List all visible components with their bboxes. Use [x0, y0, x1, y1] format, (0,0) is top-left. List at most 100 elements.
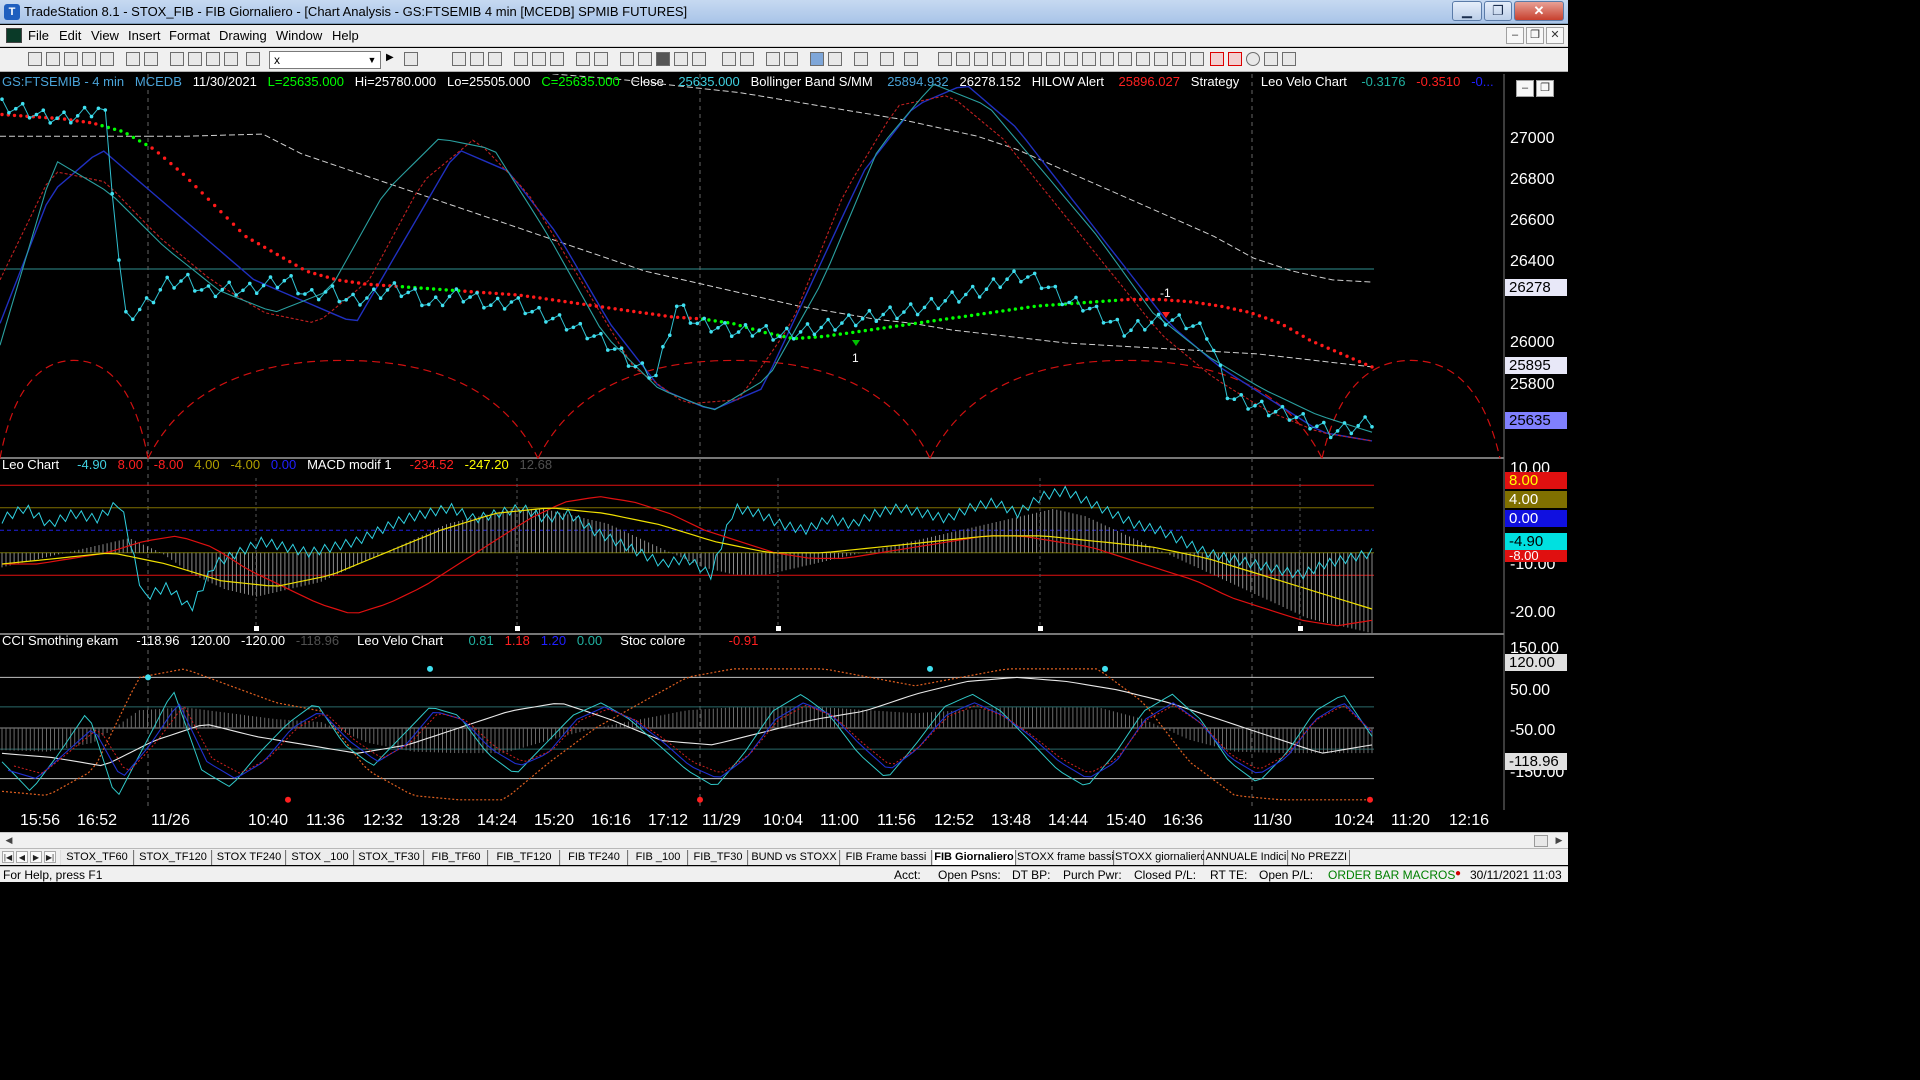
- workspace-tab[interactable]: FIB TF240: [560, 850, 628, 865]
- chart-analysis-icon[interactable]: [452, 52, 466, 66]
- workspace-tab[interactable]: STOX_TF60: [60, 850, 134, 865]
- copy-icon[interactable]: [188, 52, 202, 66]
- save-icon[interactable]: [126, 52, 140, 66]
- find-icon[interactable]: [404, 52, 418, 66]
- trendline-icon[interactable]: [938, 52, 952, 66]
- order-bar-icon[interactable]: [576, 52, 590, 66]
- menu-edit[interactable]: Edit: [59, 28, 81, 43]
- mdi-close-button[interactable]: ✕: [1546, 27, 1564, 44]
- arrow-line-icon[interactable]: [1100, 52, 1114, 66]
- ellipse-icon[interactable]: [1246, 52, 1260, 66]
- print-icon[interactable]: [144, 52, 158, 66]
- workspace-tab[interactable]: STOX_TF120: [134, 850, 212, 865]
- chart-area[interactable]: 1 -1 GS:FTSEMIB - 4 min MCEDB 11/30/2021 …: [0, 74, 1568, 810]
- tools-icon[interactable]: [854, 52, 868, 66]
- workspace-icon[interactable]: [880, 52, 894, 66]
- tab-prev-icon[interactable]: ◀: [16, 851, 28, 863]
- workspace-tab[interactable]: ANNUALE Indici: [1204, 850, 1288, 865]
- optionstation-icon[interactable]: [514, 52, 528, 66]
- open-icon[interactable]: [46, 52, 60, 66]
- symbol-combobox[interactable]: x ▼: [269, 51, 381, 69]
- workspace-tab[interactable]: STOX_TF30: [354, 850, 424, 865]
- chevron-down-icon[interactable]: ▼: [365, 53, 379, 67]
- workspace-tab[interactable]: STOX _100: [286, 850, 354, 865]
- andrews-pitchfork-icon[interactable]: [1082, 52, 1096, 66]
- cycle-icon[interactable]: [1154, 52, 1168, 66]
- workspace-tab[interactable]: STOXX giornaliero: [1114, 850, 1207, 865]
- tab-next-icon[interactable]: ▶: [30, 851, 42, 863]
- chart-svg[interactable]: 1 -1: [0, 74, 1568, 810]
- arc-icon[interactable]: [1136, 52, 1150, 66]
- workspace-tab[interactable]: FIB_TF120: [488, 850, 560, 865]
- edit-icon[interactable]: [64, 52, 78, 66]
- workspace-tab[interactable]: STOXX frame bassi: [1016, 850, 1114, 865]
- news-icon[interactable]: [550, 52, 564, 66]
- workspace-tab[interactable]: STOX TF240: [212, 850, 286, 865]
- minimize-button[interactable]: ▁: [1452, 1, 1482, 21]
- mdi-restore-button[interactable]: ❐: [1526, 27, 1544, 44]
- arrow-down-icon[interactable]: [1210, 52, 1224, 66]
- menu-file[interactable]: File: [28, 28, 49, 43]
- alert-icon[interactable]: [904, 52, 918, 66]
- scroll-left-icon[interactable]: ◀: [2, 834, 16, 847]
- close-button[interactable]: ✕: [1514, 1, 1564, 21]
- bar-spacing-icon[interactable]: [722, 52, 736, 66]
- gann-fan-icon[interactable]: [1028, 52, 1042, 66]
- zoom-out-icon[interactable]: [784, 52, 798, 66]
- workspace-tab[interactable]: BUND vs STOXX: [748, 850, 840, 865]
- new-icon[interactable]: [28, 52, 42, 66]
- chart-minimize-button[interactable]: –: [1516, 80, 1534, 97]
- paste-icon[interactable]: [206, 52, 220, 66]
- maximize-button[interactable]: ❐: [1484, 1, 1512, 21]
- data-window-icon[interactable]: [828, 52, 842, 66]
- strategy-icon[interactable]: [638, 52, 652, 66]
- menu-insert[interactable]: Insert: [128, 28, 161, 43]
- workspace-tab[interactable]: FIB _100: [628, 850, 688, 865]
- menu-window[interactable]: Window: [276, 28, 322, 43]
- palette-icon[interactable]: [246, 52, 260, 66]
- menu-help[interactable]: Help: [332, 28, 359, 43]
- bar-chart-icon[interactable]: [656, 52, 670, 66]
- page-icon[interactable]: [82, 52, 96, 66]
- workspace-tab[interactable]: No PREZZI: [1288, 850, 1350, 865]
- play-icon[interactable]: ▶: [386, 52, 400, 66]
- double-arrow-icon[interactable]: [1118, 52, 1132, 66]
- workspace-tab[interactable]: FIB Frame bassi: [840, 850, 932, 865]
- arrow-up-icon[interactable]: [1228, 52, 1242, 66]
- workspace-tab[interactable]: FIB_TF30: [688, 850, 748, 865]
- workspace-tab[interactable]: FIB Giornaliero: [932, 850, 1016, 865]
- fibonacci-icon[interactable]: [992, 52, 1006, 66]
- horizontal-scrollbar[interactable]: ◀ ▶: [0, 832, 1568, 848]
- format-icon[interactable]: [224, 52, 238, 66]
- channel-icon[interactable]: [1064, 52, 1078, 66]
- tab-first-icon[interactable]: |◀: [2, 851, 14, 863]
- chart-restore-button[interactable]: ❐: [1536, 80, 1554, 97]
- regression-icon[interactable]: [1046, 52, 1060, 66]
- candle-icon[interactable]: [692, 52, 706, 66]
- pointer-icon[interactable]: [810, 52, 824, 66]
- scroll-right-icon[interactable]: ▶: [1552, 834, 1566, 847]
- menu-drawing[interactable]: Drawing: [219, 28, 267, 43]
- tab-last-icon[interactable]: ▶|: [44, 851, 56, 863]
- zoom-in-icon[interactable]: [766, 52, 780, 66]
- cut-icon[interactable]: [170, 52, 184, 66]
- folder-icon[interactable]: [100, 52, 114, 66]
- horizontal-line-icon[interactable]: [974, 52, 988, 66]
- bar-spacing-decrease-icon[interactable]: [740, 52, 754, 66]
- order-bar-macros[interactable]: ORDER BAR MACROS: [1328, 868, 1455, 882]
- scanner-icon[interactable]: [532, 52, 546, 66]
- mdi-minimize-button[interactable]: –: [1506, 27, 1524, 44]
- rectangle-icon[interactable]: [1264, 52, 1278, 66]
- macros-icon[interactable]: [594, 52, 608, 66]
- tradestation-icon[interactable]: T: [4, 4, 20, 20]
- matrix-icon[interactable]: [488, 52, 502, 66]
- chart-window-icon[interactable]: [6, 28, 22, 43]
- pencil-icon[interactable]: [1190, 52, 1204, 66]
- speed-line-icon[interactable]: [1010, 52, 1024, 66]
- line-chart-icon[interactable]: [674, 52, 688, 66]
- scroll-thumb[interactable]: [1534, 835, 1548, 847]
- freehand-icon[interactable]: [1172, 52, 1186, 66]
- menu-view[interactable]: View: [91, 28, 119, 43]
- radarscreen-icon[interactable]: [470, 52, 484, 66]
- workspace-tab[interactable]: FIB_TF60: [424, 850, 488, 865]
